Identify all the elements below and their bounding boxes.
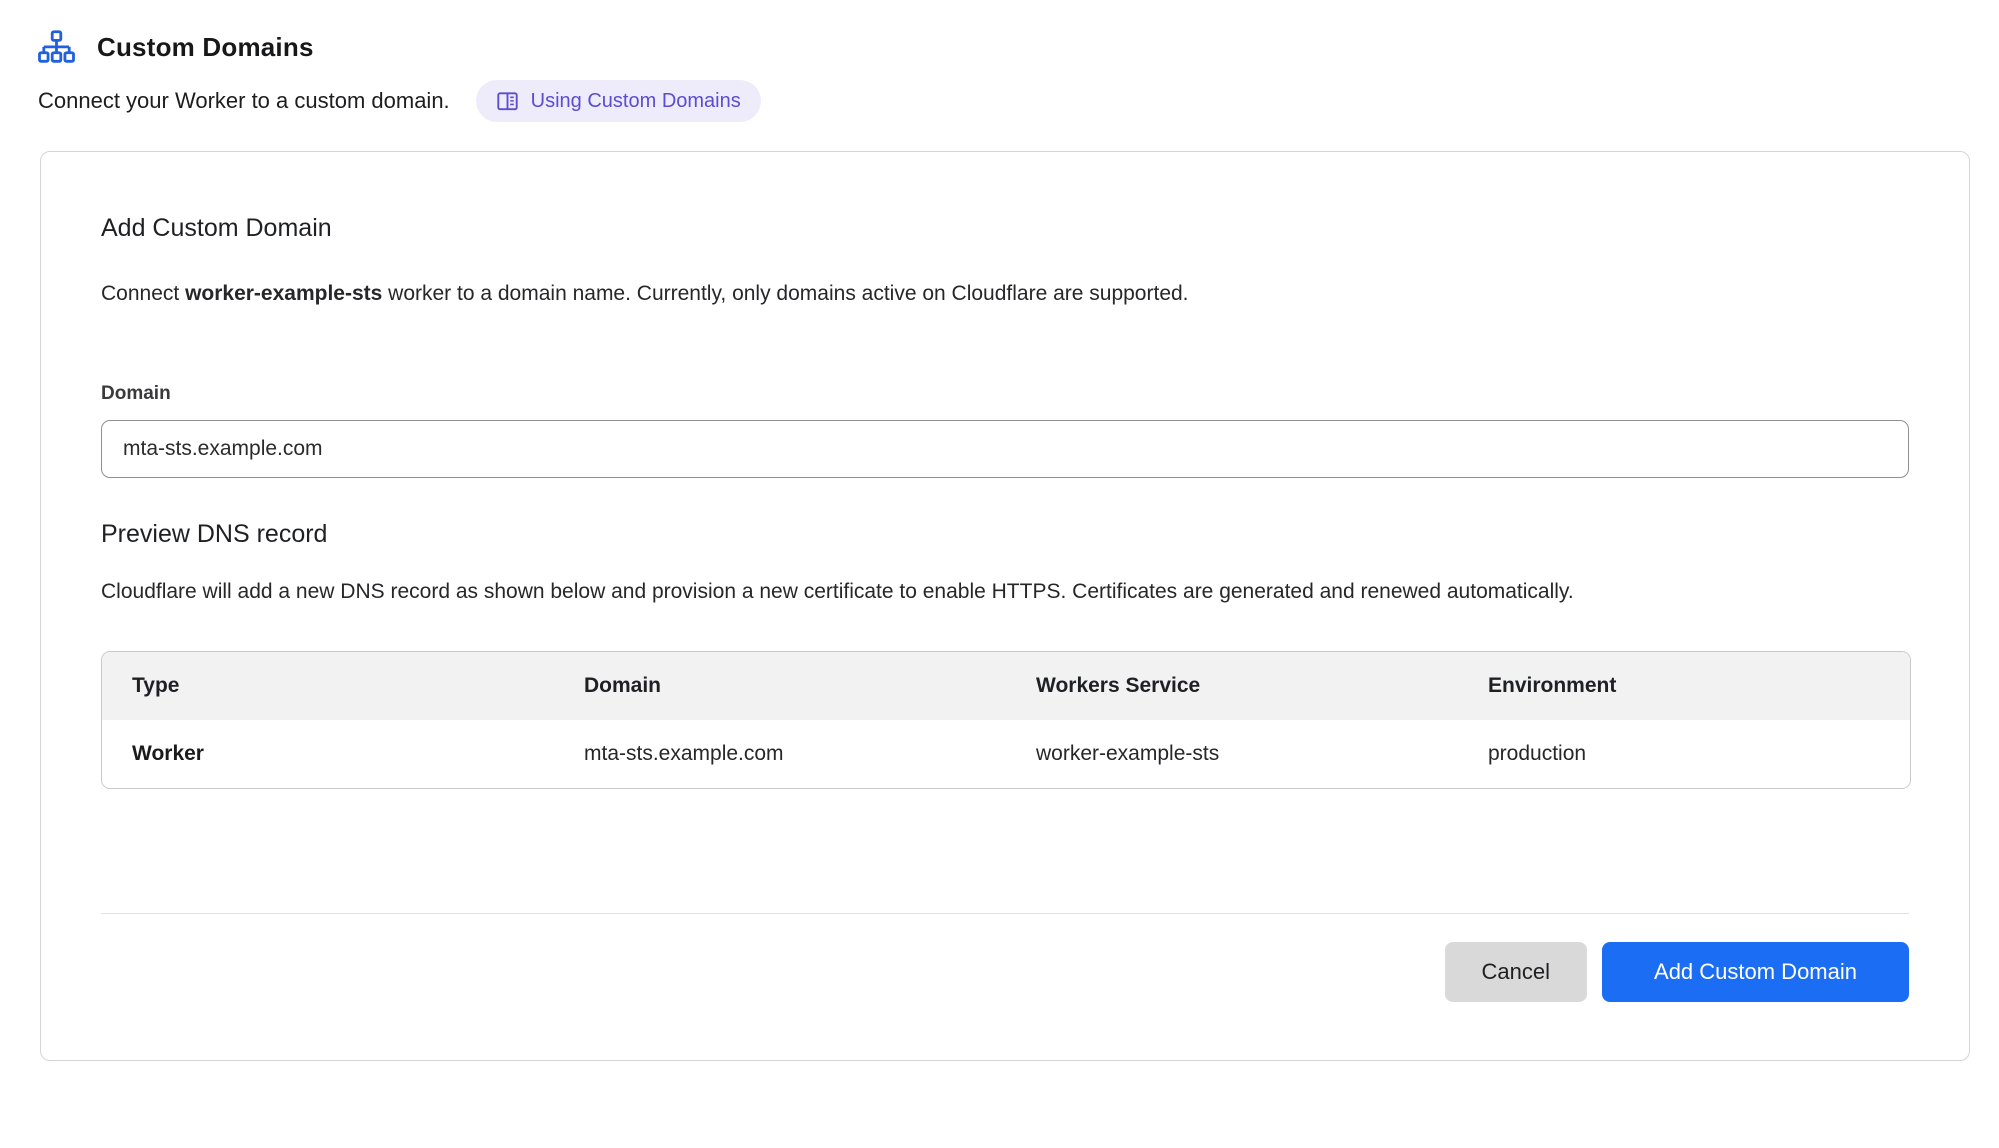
- footer-actions: Cancel Add Custom Domain: [101, 942, 1909, 1002]
- column-header-type: Type: [102, 652, 554, 720]
- worker-name: worker-example-sts: [185, 282, 382, 305]
- docs-link-using-custom-domains[interactable]: Using Custom Domains: [476, 80, 761, 122]
- page-subtitle-row: Connect your Worker to a custom domain. …: [38, 80, 1999, 122]
- domain-field-label: Domain: [101, 382, 1909, 406]
- add-custom-domain-button[interactable]: Add Custom Domain: [1602, 942, 1909, 1002]
- sitemap-icon: [38, 30, 75, 64]
- cell-type: Worker: [102, 720, 554, 788]
- card-heading: Add Custom Domain: [101, 212, 1909, 244]
- cell-workers-service: worker-example-sts: [1006, 720, 1458, 788]
- column-header-environment: Environment: [1458, 652, 1910, 720]
- card-description: Connect worker-example-sts worker to a d…: [101, 280, 1909, 308]
- page-title: Custom Domains: [97, 32, 314, 63]
- description-suffix: worker to a domain name. Currently, only…: [382, 282, 1188, 305]
- column-header-domain: Domain: [554, 652, 1006, 720]
- cell-domain: mta-sts.example.com: [554, 720, 1006, 788]
- docs-badge-label: Using Custom Domains: [531, 90, 741, 113]
- dns-preview-table: Type Domain Workers Service Environment …: [101, 651, 1911, 789]
- cancel-button[interactable]: Cancel: [1445, 942, 1587, 1002]
- domain-input[interactable]: [101, 420, 1909, 478]
- page-subtitle: Connect your Worker to a custom domain.: [38, 88, 450, 114]
- description-prefix: Connect: [101, 282, 185, 305]
- table-header-row: Type Domain Workers Service Environment: [102, 652, 1910, 720]
- open-book-icon: [496, 90, 519, 113]
- preview-dns-description: Cloudflare will add a new DNS record as …: [101, 576, 1661, 607]
- table-row: Worker mta-sts.example.com worker-exampl…: [102, 720, 1910, 788]
- page-header: Custom Domains: [38, 30, 1999, 64]
- column-header-workers-service: Workers Service: [1006, 652, 1458, 720]
- custom-domains-page: Custom Domains Connect your Worker to a …: [0, 0, 1999, 1148]
- cell-environment: production: [1458, 720, 1910, 788]
- preview-dns-heading: Preview DNS record: [101, 518, 1909, 550]
- add-custom-domain-card: Add Custom Domain Connect worker-example…: [40, 151, 1970, 1061]
- footer-divider: [101, 913, 1909, 914]
